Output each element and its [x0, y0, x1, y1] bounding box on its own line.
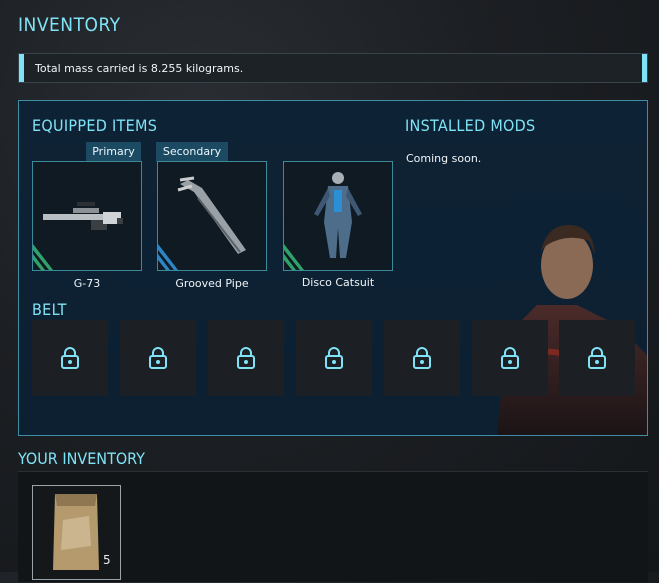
mass-status-bar: Total mass carried is 8.255 kilograms. [18, 53, 648, 83]
equipment-panel: EQUIPPED ITEMS INSTALLED MODS Coming soo… [18, 100, 648, 436]
belt-slot-7[interactable] [559, 320, 635, 396]
belt-slot-1[interactable] [32, 320, 108, 396]
page-title: INVENTORY [18, 14, 121, 36]
mass-bar-accent-right [642, 54, 647, 82]
inventory-item-quantity: 5 [103, 553, 111, 567]
your-inventory-heading: YOUR INVENTORY [18, 449, 145, 468]
lock-icon [588, 347, 606, 369]
belt-slot-2[interactable] [120, 320, 196, 396]
belt-heading: BELT [32, 300, 67, 319]
mass-text: Total mass carried is 8.255 kilograms. [35, 62, 244, 75]
equipped-item-outfit[interactable] [283, 161, 393, 271]
item-name-outfit: Disco Catsuit [301, 276, 375, 289]
lock-icon [325, 347, 343, 369]
belt-slot-4[interactable] [296, 320, 372, 396]
belt-slot-5[interactable] [384, 320, 460, 396]
primary-slot-tag: Primary [86, 142, 141, 162]
equipped-item-secondary[interactable] [157, 161, 267, 271]
lock-icon [413, 347, 431, 369]
lock-icon [237, 347, 255, 369]
belt-slot-3[interactable] [208, 320, 284, 396]
rarity-stripes-icon [33, 244, 53, 270]
lock-icon [149, 347, 167, 369]
item-name-secondary: Grooved Pipe [175, 277, 249, 290]
belt-slot-6[interactable] [472, 320, 548, 396]
rarity-stripes-icon [158, 244, 178, 270]
mass-bar-accent-left [19, 54, 24, 82]
lock-icon [501, 347, 519, 369]
lock-icon [61, 347, 79, 369]
item-name-primary: G-73 [73, 277, 101, 290]
equipped-item-primary[interactable] [32, 161, 142, 271]
installed-mods-heading: INSTALLED MODS [405, 116, 536, 135]
equipped-items-heading: EQUIPPED ITEMS [32, 116, 158, 135]
rarity-stripes-icon [284, 244, 304, 270]
secondary-slot-tag: Secondary [156, 142, 228, 162]
